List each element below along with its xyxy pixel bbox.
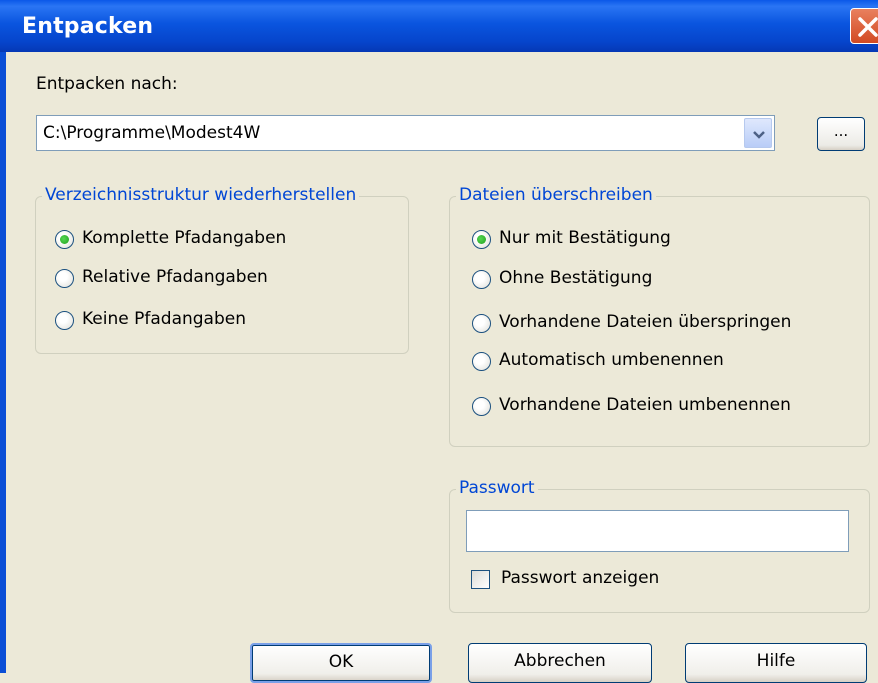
radio-selected-dot: [477, 235, 486, 244]
password-title: Passwort: [456, 478, 538, 498]
password-input[interactable]: [466, 510, 849, 552]
radio-label: Vorhandene Dateien überspringen: [499, 312, 792, 332]
overwrite-title: Dateien überschreiben: [456, 185, 656, 205]
radio-button[interactable]: [472, 397, 491, 416]
radio-label: Relative Pfadangaben: [82, 267, 268, 287]
help-button[interactable]: Hilfe: [685, 643, 867, 683]
show-password-checkbox[interactable]: [471, 570, 490, 589]
close-button[interactable]: [850, 8, 878, 44]
window-title: Entpacken: [22, 14, 154, 39]
radio-button[interactable]: [472, 230, 491, 249]
extract-path-dropdown-button[interactable]: [744, 118, 772, 148]
radio-button[interactable]: [55, 230, 74, 249]
chevron-down-icon: [753, 131, 765, 139]
extract-path-combobox[interactable]: C:\Programme\Modest4W: [36, 115, 775, 151]
radio-button[interactable]: [472, 314, 491, 333]
extract-to-label: Entpacken nach:: [36, 74, 178, 94]
dir-structure-title: Verzeichnisstruktur wiederherstellen: [42, 185, 360, 205]
browse-button[interactable]: ...: [817, 117, 865, 151]
title-bar: Entpacken: [0, 0, 878, 52]
ok-button[interactable]: OK: [250, 643, 432, 683]
radio-label: Nur mit Bestätigung: [499, 228, 671, 248]
radio-label: Ohne Bestätigung: [499, 268, 653, 288]
radio-label: Komplette Pfadangaben: [82, 228, 287, 248]
radio-selected-dot: [60, 235, 69, 244]
close-icon: [858, 17, 878, 37]
radio-button[interactable]: [472, 352, 491, 371]
radio-label: Keine Pfadangaben: [82, 309, 246, 329]
radio-label: Automatisch umbenennen: [499, 350, 724, 370]
radio-button[interactable]: [55, 269, 74, 288]
overwrite-group: Dateien überschreiben Nur mit Bestätigun…: [449, 185, 870, 447]
window-border: [0, 52, 6, 673]
dir-structure-group: Verzeichnisstruktur wiederherstellen Kom…: [35, 185, 409, 354]
radio-button[interactable]: [55, 311, 74, 330]
radio-button[interactable]: [472, 270, 491, 289]
radio-label: Vorhandene Dateien umbenennen: [499, 395, 791, 415]
show-password-label: Passwort anzeigen: [501, 568, 660, 588]
extract-path-value: C:\Programme\Modest4W: [43, 123, 261, 143]
cancel-button[interactable]: Abbrechen: [468, 643, 652, 683]
